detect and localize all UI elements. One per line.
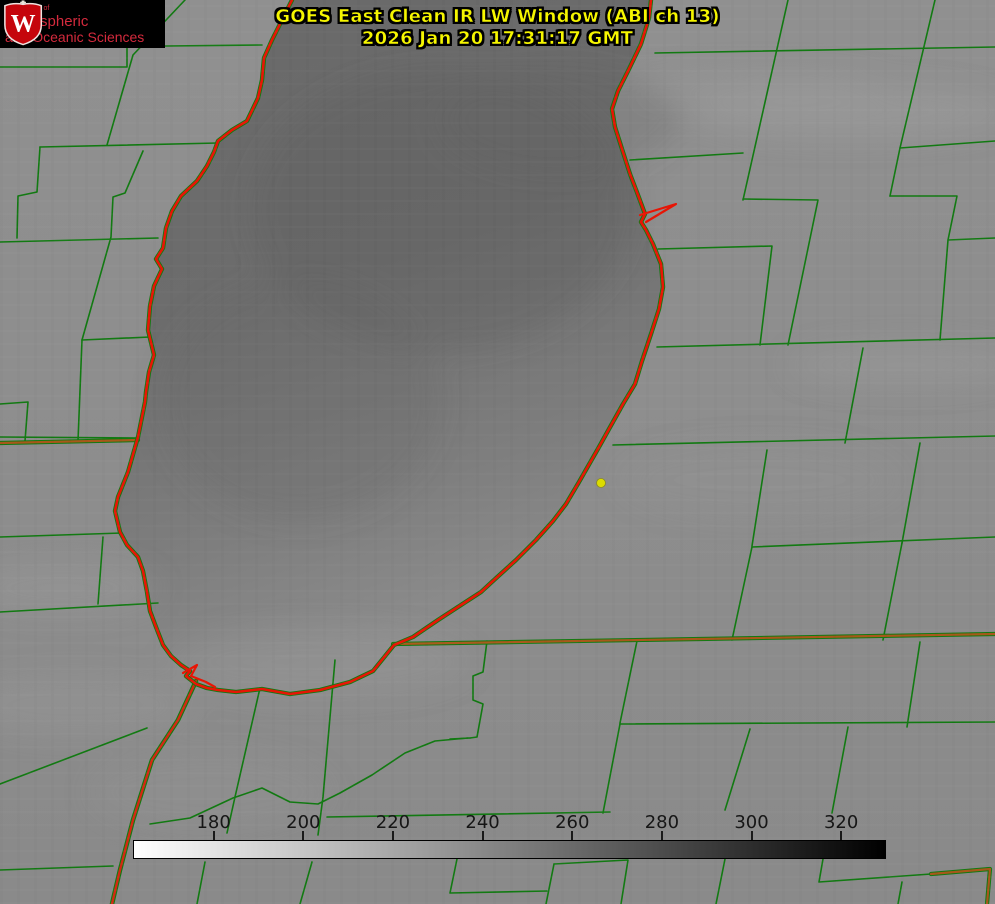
satellite-image-viewport: 180200220240260280300320 W Department of… [0,0,995,904]
uw-crest-icon: W [2,0,44,46]
svg-text:W: W [11,11,36,38]
uw-aos-logo-bar: W Department of Atmospheric and Oceanic … [0,0,165,48]
goes-ir-satellite-map [0,0,995,904]
station-marker-dot [597,479,606,488]
